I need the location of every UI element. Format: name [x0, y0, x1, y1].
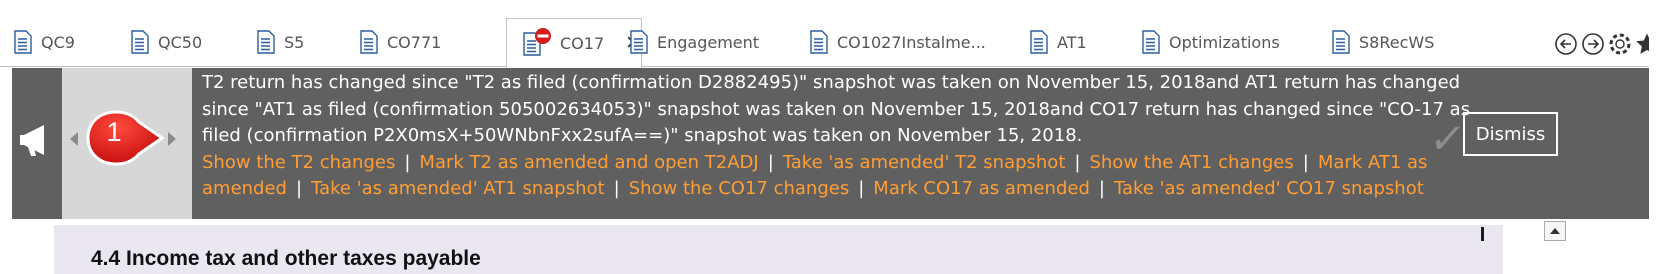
link-separator: | — [1074, 151, 1081, 173]
document-icon — [1142, 30, 1160, 54]
document-icon — [810, 30, 828, 54]
link-separator: | — [404, 151, 411, 173]
form-page: 4.4 Income tax and other taxes payable — [54, 225, 1503, 274]
action-links-row: amended | Take 'as amended' AT1 snapshot | S… — [202, 176, 1442, 203]
text-cursor — [1481, 227, 1484, 241]
tab-qc50[interactable]: QC50 — [131, 26, 202, 58]
banner-message: T2 return has changed since "T2 as filed… — [202, 70, 1471, 203]
tab-label: S8RecWS — [1359, 32, 1435, 52]
tab-label: Engagement — [657, 32, 760, 52]
tab-label: CO17 — [560, 33, 605, 53]
message-line: filed (confirmation P2X0msX+50WNbnFxx2su… — [202, 125, 1083, 146]
megaphone-icon — [20, 125, 44, 156]
show-t2-changes-link[interactable]: Show the T2 changes — [202, 152, 395, 173]
mark-at1-amended-link[interactable]: Mark AT1 as — [1318, 152, 1428, 173]
tab-navigation — [1554, 32, 1659, 56]
mark-t2-amended-link[interactable]: Mark T2 as amended and open T2ADJ — [419, 152, 758, 173]
tab-label: CO1027Instalme... — [837, 32, 986, 52]
take-at1-snapshot-link[interactable]: Take 'as amended' AT1 snapshot — [311, 178, 605, 199]
show-at1-changes-link[interactable]: Show the AT1 changes — [1089, 152, 1293, 173]
tab-optimizations[interactable]: Optimizations — [1142, 26, 1280, 58]
tab-s5[interactable]: S5 — [257, 26, 304, 58]
take-t2-snapshot-link[interactable]: Take 'as amended' T2 snapshot — [783, 152, 1066, 173]
circle-left-arrow-icon[interactable] — [1554, 32, 1578, 56]
show-co17-changes-link[interactable]: Show the CO17 changes — [629, 178, 850, 199]
tab-label: AT1 — [1057, 32, 1087, 52]
tab-co771[interactable]: CO771 — [360, 26, 441, 58]
tab-s8recws[interactable]: S8RecWS — [1332, 26, 1434, 58]
message-line: since "AT1 as filed (confirmation 505002… — [202, 98, 1471, 120]
tab-status-icon — [523, 28, 551, 56]
tab-strip: QC9 QC50 S5 CO771 CO17 ✕ Engagement CO10… — [0, 0, 1661, 68]
tab-label: S5 — [284, 32, 305, 52]
action-links-row: Show the T2 changes | Mark T2 as amended a… — [202, 150, 1442, 177]
tab-co1027[interactable]: CO1027Instalme... — [810, 26, 986, 58]
tab-label: QC9 — [41, 32, 75, 52]
document-icon — [360, 30, 378, 54]
link-separator: | — [295, 178, 303, 199]
snapshot-notification-banner: 1 T2 return has changed since "T2 as fil… — [12, 68, 1661, 219]
window-edge — [1649, 0, 1661, 274]
previous-notification-arrow-icon[interactable] — [70, 132, 78, 146]
link-separator: | — [858, 178, 865, 199]
mark-co17-amended-link[interactable]: Mark CO17 as amended — [873, 178, 1090, 199]
tab-label: QC50 — [158, 32, 203, 52]
link-separator: | — [1098, 178, 1105, 199]
dismiss-button[interactable]: Dismiss — [1463, 112, 1558, 156]
document-icon — [14, 30, 32, 54]
scroll-up-arrow-icon — [1550, 228, 1560, 234]
link-separator: | — [767, 151, 774, 173]
document-icon — [131, 30, 149, 54]
document-icon — [630, 30, 648, 54]
refresh-circle-icon[interactable] — [1608, 32, 1632, 56]
tab-co17[interactable]: CO17 ✕ — [506, 18, 642, 68]
link-separator: | — [613, 178, 620, 199]
tab-qc9[interactable]: QC9 — [14, 26, 75, 58]
no-entry-icon — [535, 28, 551, 44]
tab-engagement[interactable]: Engagement — [630, 26, 759, 58]
notification-carousel: 1 — [62, 68, 192, 219]
document-icon — [1332, 30, 1350, 54]
document-area: 4.4 Income tax and other taxes payable — [12, 219, 1661, 274]
document-icon — [257, 30, 275, 54]
take-co17-snapshot-link[interactable]: Take 'as amended' CO17 snapshot — [1114, 178, 1424, 199]
message-line: T2 return has changed since "T2 as filed… — [202, 72, 1461, 93]
tab-at1[interactable]: AT1 — [1030, 26, 1087, 58]
tab-label: CO771 — [387, 32, 442, 52]
link-separator: | — [1302, 151, 1309, 173]
next-notification-arrow-icon[interactable] — [168, 132, 176, 146]
mark-at1-amended-link[interactable]: amended — [202, 178, 287, 199]
circle-right-arrow-icon[interactable] — [1581, 32, 1605, 56]
document-icon — [1030, 30, 1048, 54]
section-heading: 4.4 Income tax and other taxes payable — [91, 247, 481, 270]
tab-label: Optimizations — [1169, 32, 1280, 52]
step-number: 1 — [106, 117, 122, 147]
scroll-up-button[interactable] — [1544, 221, 1566, 241]
